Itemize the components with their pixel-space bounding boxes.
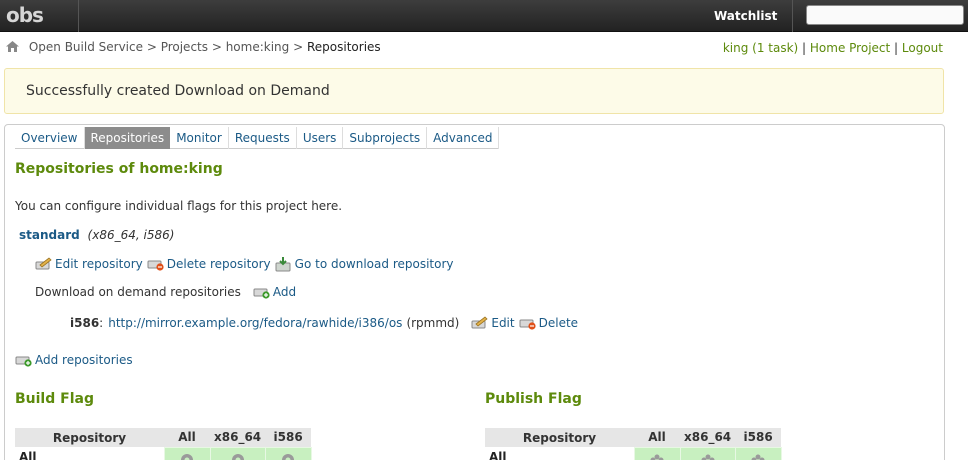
delete-repository-label: Delete repository <box>166 257 271 271</box>
intro-text: You can configure individual flags for t… <box>15 199 343 213</box>
watchlist-link[interactable]: Watchlist <box>714 9 777 23</box>
tab-bar: Overview Repositories Monitor Requests U… <box>15 127 500 149</box>
breadcrumb-current: Repositories <box>306 40 381 54</box>
column-header: Repository <box>15 428 164 447</box>
flag-cell[interactable] <box>264 446 312 460</box>
publish-icon <box>701 454 715 460</box>
flash-text: Successfully created Download on Demand <box>26 83 330 99</box>
page-title: Repositories of home:king <box>15 161 223 177</box>
dod-delete-label: Delete <box>538 316 579 330</box>
dod-type: (rpmmd) <box>406 316 460 330</box>
breadcrumb-item-projects[interactable]: Projects <box>161 40 208 54</box>
flag-cell[interactable] <box>734 446 782 460</box>
tab-requests[interactable]: Requests <box>229 127 297 149</box>
home-project-link[interactable]: Home Project <box>810 41 890 55</box>
link-separator: | <box>802 41 810 55</box>
breadcrumb: Open Build Service > Projects > home:kin… <box>6 40 381 54</box>
link-separator: | <box>894 41 902 55</box>
table-row: All <box>485 446 782 460</box>
repository-archs: (x86_64, i586) <box>87 228 175 242</box>
table-header-row: Repository All x86_64 i586 <box>15 428 312 447</box>
repository-name-link[interactable]: standard <box>19 228 80 242</box>
dod-entry: i586: http://mirror.example.org/fedora/r… <box>70 316 582 330</box>
breadcrumb-separator: > <box>293 40 307 54</box>
divider <box>792 0 793 32</box>
column-header: x86_64 <box>210 428 266 447</box>
obs-logo[interactable]: obs <box>6 3 48 27</box>
breadcrumb-item-obs[interactable]: Open Build Service <box>29 40 143 54</box>
main-panel: Overview Repositories Monitor Requests U… <box>4 124 945 460</box>
gear-icon <box>231 453 244 460</box>
search-input[interactable] <box>806 5 964 25</box>
column-header: x86_64 <box>680 428 736 447</box>
dod-arch: i586 <box>70 316 100 330</box>
flag-cell[interactable] <box>633 446 681 460</box>
add-icon <box>253 288 270 299</box>
column-header: All <box>634 428 680 447</box>
tab-overview[interactable]: Overview <box>15 127 85 149</box>
build-flag-title: Build Flag <box>15 391 94 407</box>
edit-repository-label: Edit repository <box>55 257 143 271</box>
logout-link[interactable]: Logout <box>902 41 943 55</box>
download-repository-icon <box>275 257 291 272</box>
delete-icon <box>147 260 164 271</box>
flag-cell[interactable] <box>163 446 211 460</box>
dod-edit-button[interactable]: Edit <box>471 316 515 330</box>
column-header: i586 <box>265 428 312 447</box>
tab-users[interactable]: Users <box>297 127 344 149</box>
dod-repositories-row: Download on demand repositories Add <box>35 285 300 299</box>
dod-delete-button[interactable]: Delete <box>519 316 578 330</box>
breadcrumb-separator: > <box>211 40 226 54</box>
delete-icon <box>519 319 536 330</box>
download-repository-label: Go to download repository <box>294 257 454 271</box>
add-icon <box>15 356 32 367</box>
row-label: All <box>489 450 507 460</box>
dod-add-label: Add <box>272 285 297 299</box>
add-repositories-button[interactable]: Add repositories <box>15 353 133 367</box>
breadcrumb-item-project[interactable]: home:king <box>226 40 290 54</box>
dod-add-button[interactable]: Add <box>253 285 296 299</box>
tab-monitor[interactable]: Monitor <box>170 127 229 149</box>
download-repository-button[interactable]: Go to download repository <box>275 256 454 272</box>
tab-advanced[interactable]: Advanced <box>427 127 500 149</box>
row-label: All <box>19 450 37 460</box>
edit-icon <box>35 257 52 270</box>
table-header-row: Repository All x86_64 i586 <box>485 428 782 447</box>
tab-subprojects[interactable]: Subprojects <box>343 127 428 149</box>
publish-icon <box>650 454 664 460</box>
column-header: Repository <box>485 428 634 447</box>
divider <box>78 0 79 32</box>
add-repositories-label: Add repositories <box>35 353 133 367</box>
dod-edit-label: Edit <box>491 316 515 330</box>
column-header: i586 <box>735 428 782 447</box>
publish-icon <box>751 454 765 460</box>
gear-icon <box>181 453 193 460</box>
publish-flag-table: Repository All x86_64 i586 All <box>485 428 782 460</box>
home-icon[interactable] <box>6 41 19 52</box>
publish-flag-title: Publish Flag <box>485 391 582 407</box>
colon: : <box>99 316 104 330</box>
flag-cell[interactable] <box>209 446 266 460</box>
flash-message: Successfully created Download on Demand <box>4 68 944 114</box>
edit-icon <box>471 316 488 329</box>
repository-actions: Edit repository Delete repository Go to … <box>35 256 458 272</box>
tab-repositories[interactable]: Repositories <box>84 127 171 149</box>
delete-repository-button[interactable]: Delete repository <box>147 257 271 271</box>
table-row: All <box>15 446 312 460</box>
top-bar: obs Watchlist <box>0 0 968 32</box>
build-flag-table: Repository All x86_64 i586 All <box>15 428 312 460</box>
gear-icon <box>282 453 295 460</box>
repository-header: standard (x86_64, i586) <box>19 228 174 242</box>
dod-label: Download on demand repositories <box>35 285 241 299</box>
edit-repository-button[interactable]: Edit repository <box>35 257 143 271</box>
user-link[interactable]: king (1 task) <box>723 41 798 55</box>
dod-url-link[interactable]: http://mirror.example.org/fedora/rawhide… <box>108 316 402 330</box>
user-links: king (1 task) | Home Project | Logout <box>723 41 943 55</box>
flag-cell[interactable] <box>679 446 736 460</box>
column-header: All <box>164 428 210 447</box>
breadcrumb-separator: > <box>146 40 161 54</box>
